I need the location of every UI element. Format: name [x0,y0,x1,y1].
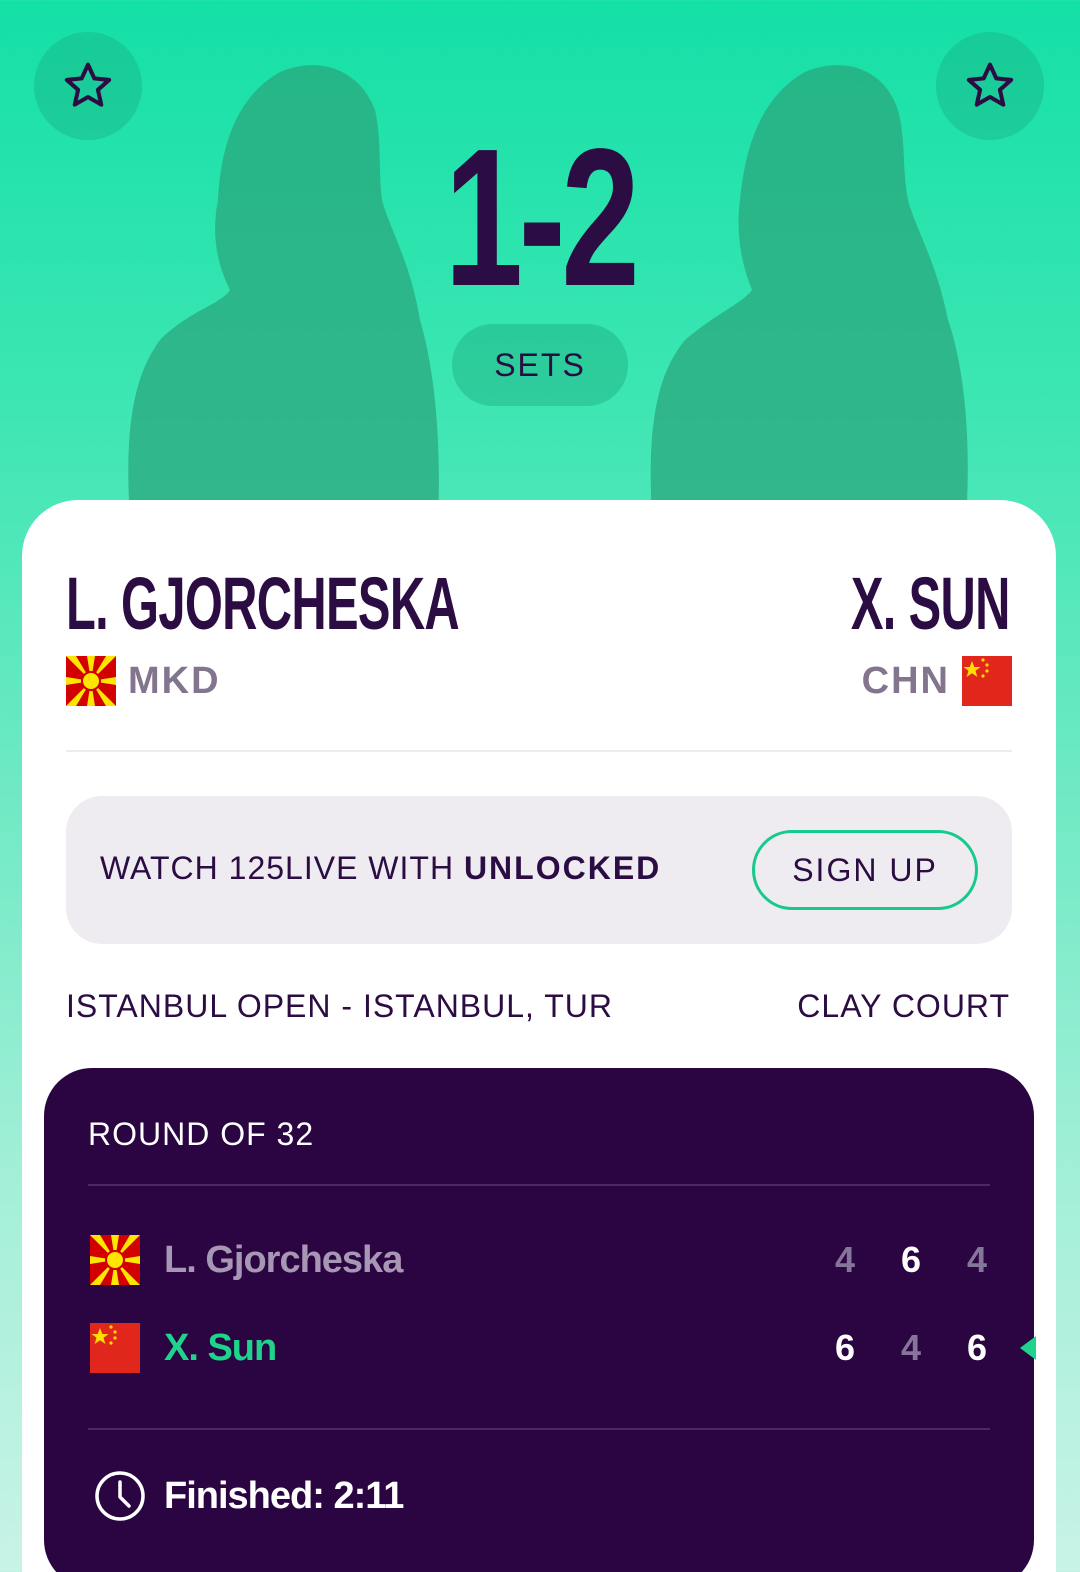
scoreboard-divider [88,1184,990,1186]
set-score-cell: 6 [900,1239,922,1280]
match-status: Finished: 2:11 [94,1470,404,1522]
scoreboard-home-name: L. Gjorcheska [164,1238,403,1281]
away-country: CHN [862,656,1012,706]
match-status-text: Finished: 2:11 [164,1474,404,1517]
home-country-code: MKD [128,659,221,702]
set-score-cell: 4 [900,1327,922,1368]
star-icon [64,62,112,107]
home-set-scores: 4 6 4 [812,1234,1010,1286]
hero-header: 1-2 SETS [0,0,1080,520]
scoreboard-row-away: X. Sun 6 4 6 [90,1322,1036,1374]
away-country-code: CHN [861,659,950,702]
promo-text-brand: UNLOCKED [463,850,662,886]
favorite-away-button[interactable] [936,32,1044,140]
round-label: ROUND OF 32 [88,1116,315,1152]
flag-china-icon [90,1323,140,1373]
set-score-cell: 6 [834,1327,856,1368]
home-player-name[interactable]: L. GJORCHESKA [66,562,460,646]
sets-label: SETS [452,324,628,406]
scoreboard-row-home: L. Gjorcheska 4 6 4 [90,1234,990,1286]
set-score-cell: 4 [966,1239,988,1280]
tournament-name[interactable]: ISTANBUL OPEN - ISTANBUL, TUR [66,988,613,1025]
scoreboard-divider [88,1428,990,1430]
divider [66,750,1012,752]
clock-icon [95,1471,145,1521]
flag-north-macedonia-icon [90,1235,140,1285]
flag-china-icon [962,656,1012,706]
scoreboard[interactable]: ROUND OF 32 L. Gjorcheska 4 6 4 X. Sun 6… [44,1068,1036,1572]
promo-text: WATCH 125LIVE WITH UNLOCKED [100,850,661,887]
set-score-cell: 4 [834,1239,856,1280]
winner-indicator-icon [1020,1336,1036,1360]
promo-text-prefix: WATCH 125LIVE WITH [100,850,464,886]
star-icon [966,62,1014,107]
favorite-home-button[interactable] [34,32,142,140]
scoreboard-away-name: X. Sun [164,1326,277,1369]
away-player-name[interactable]: X. SUN [851,562,1011,646]
sign-up-button[interactable]: SIGN UP [752,830,978,910]
set-score-cell: 6 [966,1327,988,1368]
court-surface: CLAY COURT [797,988,1010,1024]
promo-banner: WATCH 125LIVE WITH UNLOCKED SIGN UP [66,796,1012,944]
away-set-scores: 6 4 6 [812,1322,1010,1374]
set-score: 1-2 [444,108,639,327]
home-country: MKD [66,656,221,706]
flag-north-macedonia-icon [66,656,116,706]
